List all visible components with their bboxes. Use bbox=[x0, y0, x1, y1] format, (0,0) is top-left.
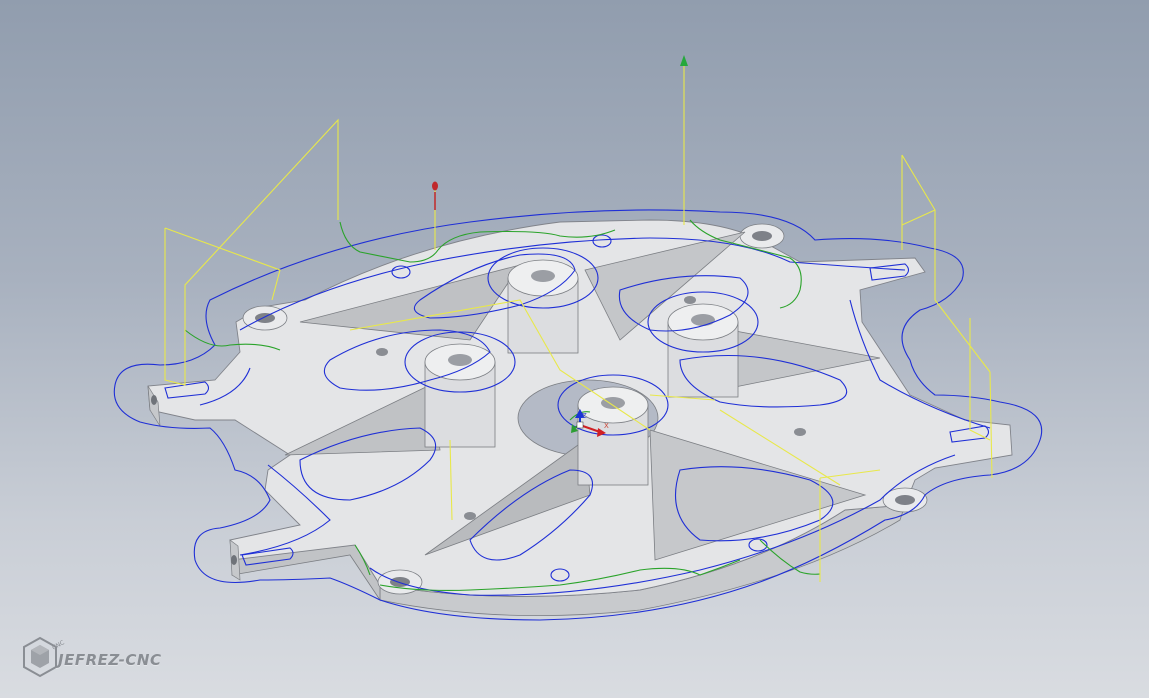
brand-text: JEFREZ-CNC bbox=[58, 651, 162, 669]
small-hole bbox=[376, 348, 388, 356]
boss-cylinder bbox=[667, 303, 739, 398]
rapid-move[interactable] bbox=[901, 154, 936, 300]
origin-x-label: X bbox=[604, 422, 609, 430]
small-hole bbox=[684, 296, 696, 304]
bolt-hole bbox=[390, 577, 410, 587]
tab-hole bbox=[231, 555, 237, 565]
bolt-hole bbox=[752, 231, 772, 241]
brand-watermark: CNC JEFREZ-CNC bbox=[22, 634, 182, 684]
boss-cylinder bbox=[424, 343, 496, 448]
part-scene[interactable]: Z X bbox=[0, 0, 1149, 698]
small-hole bbox=[464, 512, 476, 520]
origin-z-label: Z bbox=[582, 412, 587, 420]
bolt-hole bbox=[255, 313, 275, 323]
cam-3d-viewport[interactable]: Z X CNC JEFREZ-CNC bbox=[0, 0, 1149, 698]
boss-cylinder bbox=[577, 386, 649, 486]
rapid-move[interactable] bbox=[164, 227, 281, 301]
arrow-start-icon[interactable] bbox=[432, 181, 438, 211]
bolt-hole bbox=[895, 495, 915, 505]
tab-hole bbox=[151, 395, 157, 405]
small-hole bbox=[794, 428, 806, 436]
brand-logo-icon bbox=[23, 636, 57, 678]
arrow-end-icon[interactable] bbox=[680, 55, 688, 66]
boss-cylinder bbox=[507, 259, 579, 354]
